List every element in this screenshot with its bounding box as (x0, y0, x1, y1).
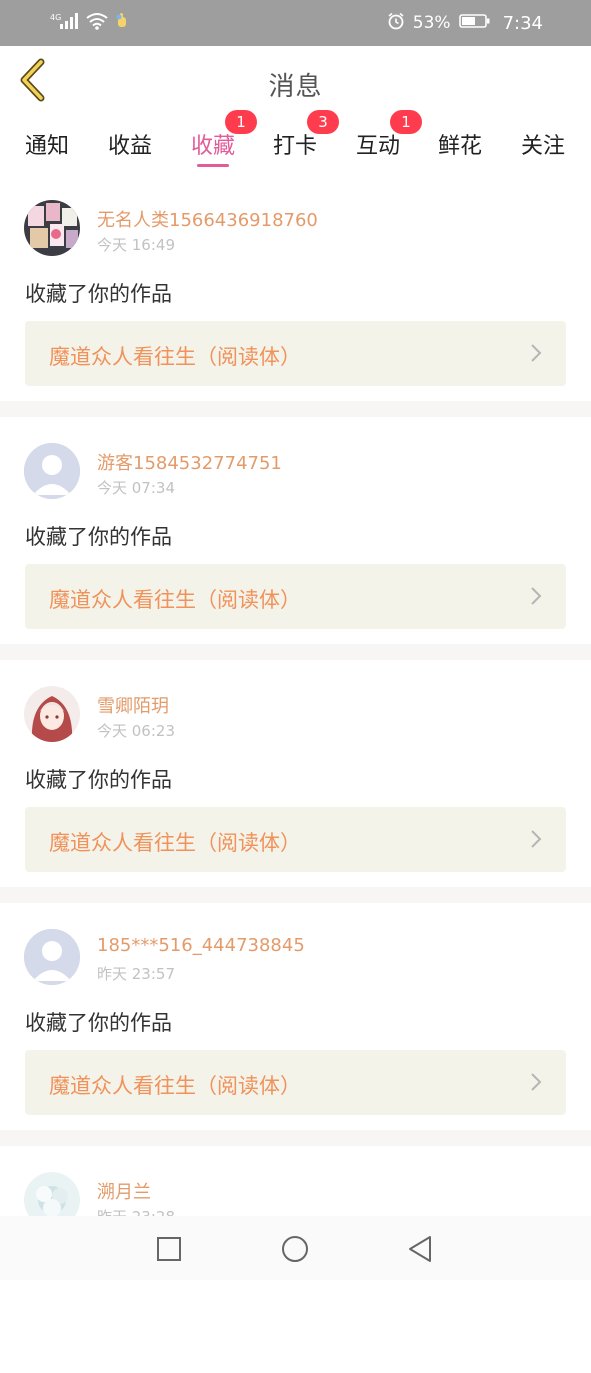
tab-badge: 1 (390, 110, 422, 134)
tab-notice[interactable]: 通知 (17, 128, 77, 160)
timestamp: 今天 07:34 (97, 479, 175, 497)
timestamp: 今天 16:49 (97, 236, 175, 254)
tab-favorites[interactable]: 收藏 1 (183, 110, 257, 167)
status-bar: 4G 53% 7:34 (0, 0, 591, 46)
chevron-right-icon (530, 586, 542, 610)
tab-label: 收藏 (190, 134, 235, 159)
divider (0, 401, 591, 417)
timestamp: 昨天 23:57 (97, 965, 175, 983)
photo-collage-avatar-icon (24, 200, 80, 256)
battery-icon (458, 13, 491, 34)
list-item: 185***516_444738845 昨天 23:57 收藏了你的作品 魔道众… (0, 903, 591, 1130)
triangle-back-icon (409, 1236, 431, 1262)
tab-label: 收益 (107, 134, 152, 159)
action-text: 收藏了你的作品 (25, 525, 172, 549)
list-item: 无名人类1566436918760 今天 16:49 收藏了你的作品 魔道众人看… (0, 174, 591, 401)
username[interactable]: 溯月兰 (97, 1178, 151, 1204)
default-avatar-icon (24, 443, 80, 499)
action-text: 收藏了你的作品 (25, 282, 172, 306)
avatar[interactable] (24, 929, 80, 985)
tab-label: 互动 (355, 134, 400, 159)
avatar[interactable] (24, 686, 80, 742)
tab-label: 关注 (520, 134, 565, 159)
tab-checkin[interactable]: 打卡 3 (265, 110, 339, 160)
battery-percent: 53% (412, 13, 451, 33)
clock: 7:34 (502, 12, 543, 34)
alarm-icon (387, 12, 405, 35)
page-title: 消息 (268, 72, 323, 102)
tab-flowers[interactable]: 鲜花 (430, 128, 490, 160)
divider (0, 644, 591, 660)
chevron-right-icon (530, 343, 542, 367)
work-link[interactable]: 魔道众人看往生（阅读体） (25, 321, 566, 386)
hand-icon (114, 12, 130, 34)
divider (0, 887, 591, 903)
tab-label: 打卡 (272, 134, 317, 159)
tab-interaction[interactable]: 互动 1 (348, 110, 422, 160)
tab-earnings[interactable]: 收益 (100, 128, 160, 160)
recents-button[interactable] (154, 1234, 184, 1264)
chevron-right-icon (530, 829, 542, 853)
chevron-right-icon (530, 1072, 542, 1096)
work-link[interactable]: 魔道众人看往生（阅读体） (25, 807, 566, 872)
action-text: 收藏了你的作品 (25, 768, 172, 792)
active-tab-indicator (197, 164, 229, 167)
work-link[interactable]: 魔道众人看往生（阅读体） (25, 1050, 566, 1115)
wifi-icon (86, 12, 108, 34)
tab-bar: 通知 收益 收藏 1 打卡 3 互动 1 鲜花 关注 (0, 110, 591, 172)
tab-label: 鲜花 (437, 134, 482, 159)
list-item: 雪卿陌玥 今天 06:23 收藏了你的作品 魔道众人看往生（阅读体） (0, 660, 591, 887)
action-text: 收藏了你的作品 (25, 1011, 172, 1035)
signal-icon: 4G (50, 12, 80, 34)
list-item: 游客1584532774751 今天 07:34 收藏了你的作品 魔道众人看往生… (0, 417, 591, 644)
square-icon (157, 1237, 181, 1261)
work-title: 魔道众人看往生（阅读体） (49, 831, 301, 855)
username[interactable]: 无名人类1566436918760 (97, 206, 318, 232)
system-nav-bar (0, 1216, 591, 1280)
work-title: 魔道众人看往生（阅读体） (49, 588, 301, 612)
status-left: 4G (50, 12, 130, 34)
svg-text:4G: 4G (50, 13, 61, 22)
header: 消息 (0, 46, 591, 118)
back-nav-button[interactable] (405, 1234, 435, 1264)
work-title: 魔道众人看往生（阅读体） (49, 1074, 301, 1098)
tab-badge: 3 (307, 110, 339, 134)
username[interactable]: 185***516_444738845 (97, 935, 305, 956)
work-title: 魔道众人看往生（阅读体） (49, 345, 301, 369)
divider (0, 1130, 591, 1146)
tab-badge: 1 (225, 110, 257, 134)
username[interactable]: 雪卿陌玥 (97, 692, 169, 718)
avatar[interactable] (24, 443, 80, 499)
work-link[interactable]: 魔道众人看往生（阅读体） (25, 564, 566, 629)
avatar[interactable] (24, 200, 80, 256)
default-avatar-icon (24, 929, 80, 985)
status-right: 53% 7:34 (387, 11, 543, 35)
message-feed: 无名人类1566436918760 今天 16:49 收藏了你的作品 魔道众人看… (0, 174, 591, 1373)
timestamp: 今天 06:23 (97, 722, 175, 740)
tab-label: 通知 (24, 134, 69, 159)
home-button[interactable] (280, 1234, 310, 1264)
tab-follow[interactable]: 关注 (513, 128, 573, 160)
username[interactable]: 游客1584532774751 (97, 449, 282, 475)
circle-icon (282, 1236, 308, 1262)
anime-girl-avatar-icon (24, 686, 80, 742)
